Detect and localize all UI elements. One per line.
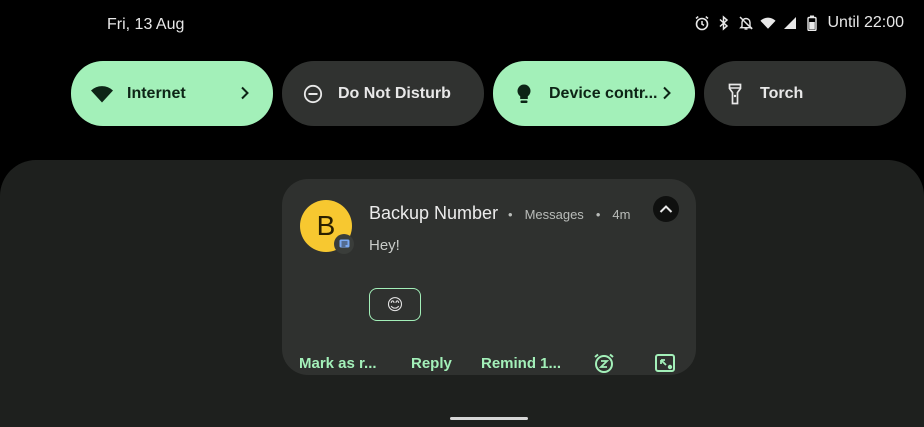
do-not-disturb-icon [300,81,326,107]
dnd-until-text: Until 22:00 [827,14,905,31]
battery-icon [804,14,820,32]
chevron-right-icon[interactable] [657,83,677,103]
notification-sender: Backup Number [369,203,499,223]
notifications-off-icon [738,14,754,32]
chevron-right-icon[interactable] [235,83,255,103]
mark-as-read-button[interactable]: Mark as r... [299,355,377,372]
tile-label: Internet [127,84,186,102]
notification-message: Hey! [369,237,400,254]
smart-reply-chip[interactable]: 😊 [369,288,421,321]
notification-meta: • Messages • 4m [508,207,630,222]
collapse-button[interactable] [653,196,679,222]
notification-app-name: Messages [524,207,584,222]
tile-label: Device contr... [549,84,658,102]
shade-handle[interactable] [450,417,528,420]
messages-app-icon [334,234,354,254]
notification-time: 4m [612,207,631,222]
tile-do-not-disturb[interactable]: Do Not Disturb [282,61,484,126]
status-bar: Fri, 13 Aug Until 22:00 [0,0,924,52]
signal-icon [782,14,798,32]
tile-label: Torch [760,84,804,102]
remind-button[interactable]: Remind 1... [481,355,561,372]
alarm-icon [694,14,710,32]
snooze-icon[interactable] [592,351,616,375]
tile-device-controls[interactable]: Device contr... [493,61,695,126]
tile-internet[interactable]: Internet [71,61,273,126]
notification-card[interactable]: B Backup Number • Messages • 4m Hey! 😊 Mark… [282,179,696,375]
meta-separator: • [595,207,601,222]
status-date: Fri, 13 Aug [107,16,185,33]
wifi-icon [89,81,115,107]
status-icons: Until 22:00 [694,14,905,32]
bluetooth-icon [716,14,732,32]
meta-separator: • [508,207,513,222]
torch-icon [722,81,748,107]
chevron-up-icon [659,205,673,213]
lightbulb-icon [511,81,537,107]
tile-label: Do Not Disturb [338,84,451,102]
wifi-icon [759,14,776,32]
bubble-icon[interactable] [653,351,677,375]
tile-torch[interactable]: Torch [704,61,906,126]
reply-button[interactable]: Reply [411,355,452,372]
